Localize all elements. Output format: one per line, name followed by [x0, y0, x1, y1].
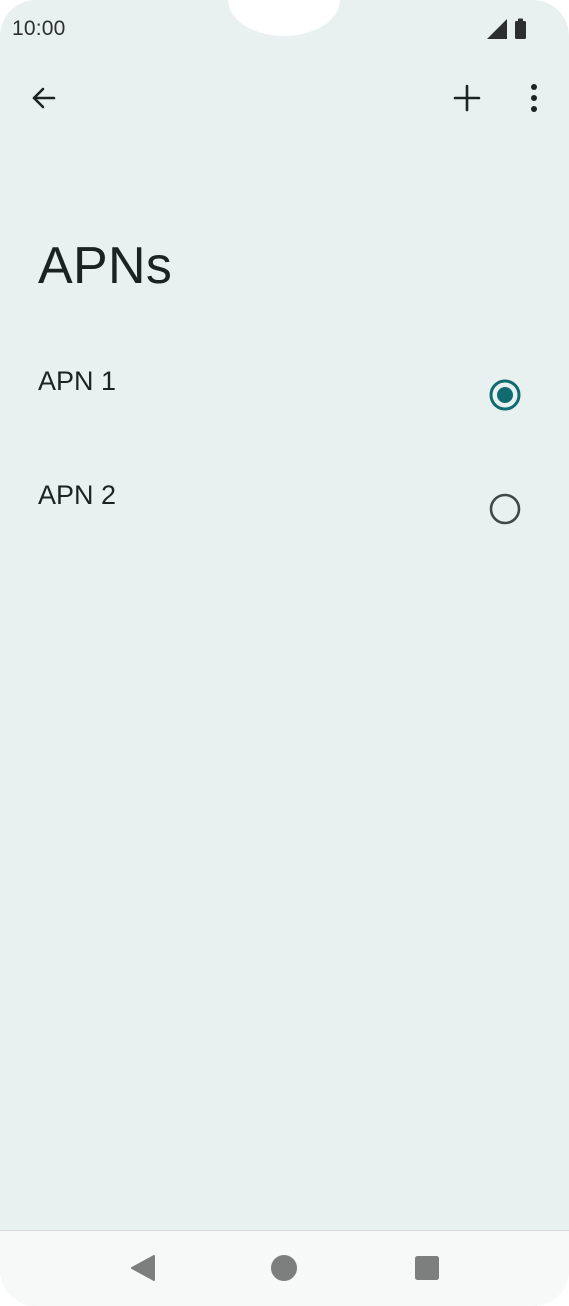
back-button[interactable] — [20, 74, 68, 122]
system-nav-bar — [0, 1231, 569, 1306]
more-options-button[interactable] — [510, 74, 558, 122]
add-apn-button[interactable] — [443, 74, 491, 122]
page-title: APNs — [38, 237, 173, 295]
top-app-bar — [0, 70, 569, 126]
radio-selected-icon[interactable] — [488, 378, 522, 412]
radio-unselected-icon[interactable] — [488, 492, 522, 526]
status-bar: 10:00 — [0, 0, 569, 56]
phone-screen: 10:00 APNs APN 1 APN 2 — [0, 0, 569, 1306]
apn-label: APN 2 — [38, 480, 117, 510]
status-icons — [487, 18, 529, 40]
apn-label: APN 1 — [38, 366, 117, 396]
signal-icon — [487, 19, 507, 39]
nav-back-button[interactable] — [118, 1243, 168, 1293]
plus-icon — [453, 84, 481, 112]
apn-list: APN 1 APN 2 — [0, 340, 569, 568]
nav-back-triangle-icon — [131, 1255, 155, 1281]
apn-item[interactable]: APN 2 — [0, 454, 569, 568]
battery-icon — [515, 18, 526, 39]
arrow-left-icon — [32, 87, 56, 109]
nav-home-button[interactable] — [259, 1243, 309, 1293]
more-vertical-icon — [531, 84, 537, 112]
apn-item[interactable]: APN 1 — [0, 340, 569, 454]
status-time: 10:00 — [12, 17, 66, 40]
nav-recents-square-icon — [415, 1256, 439, 1280]
nav-recents-button[interactable] — [402, 1243, 452, 1293]
nav-home-circle-icon — [271, 1255, 297, 1281]
